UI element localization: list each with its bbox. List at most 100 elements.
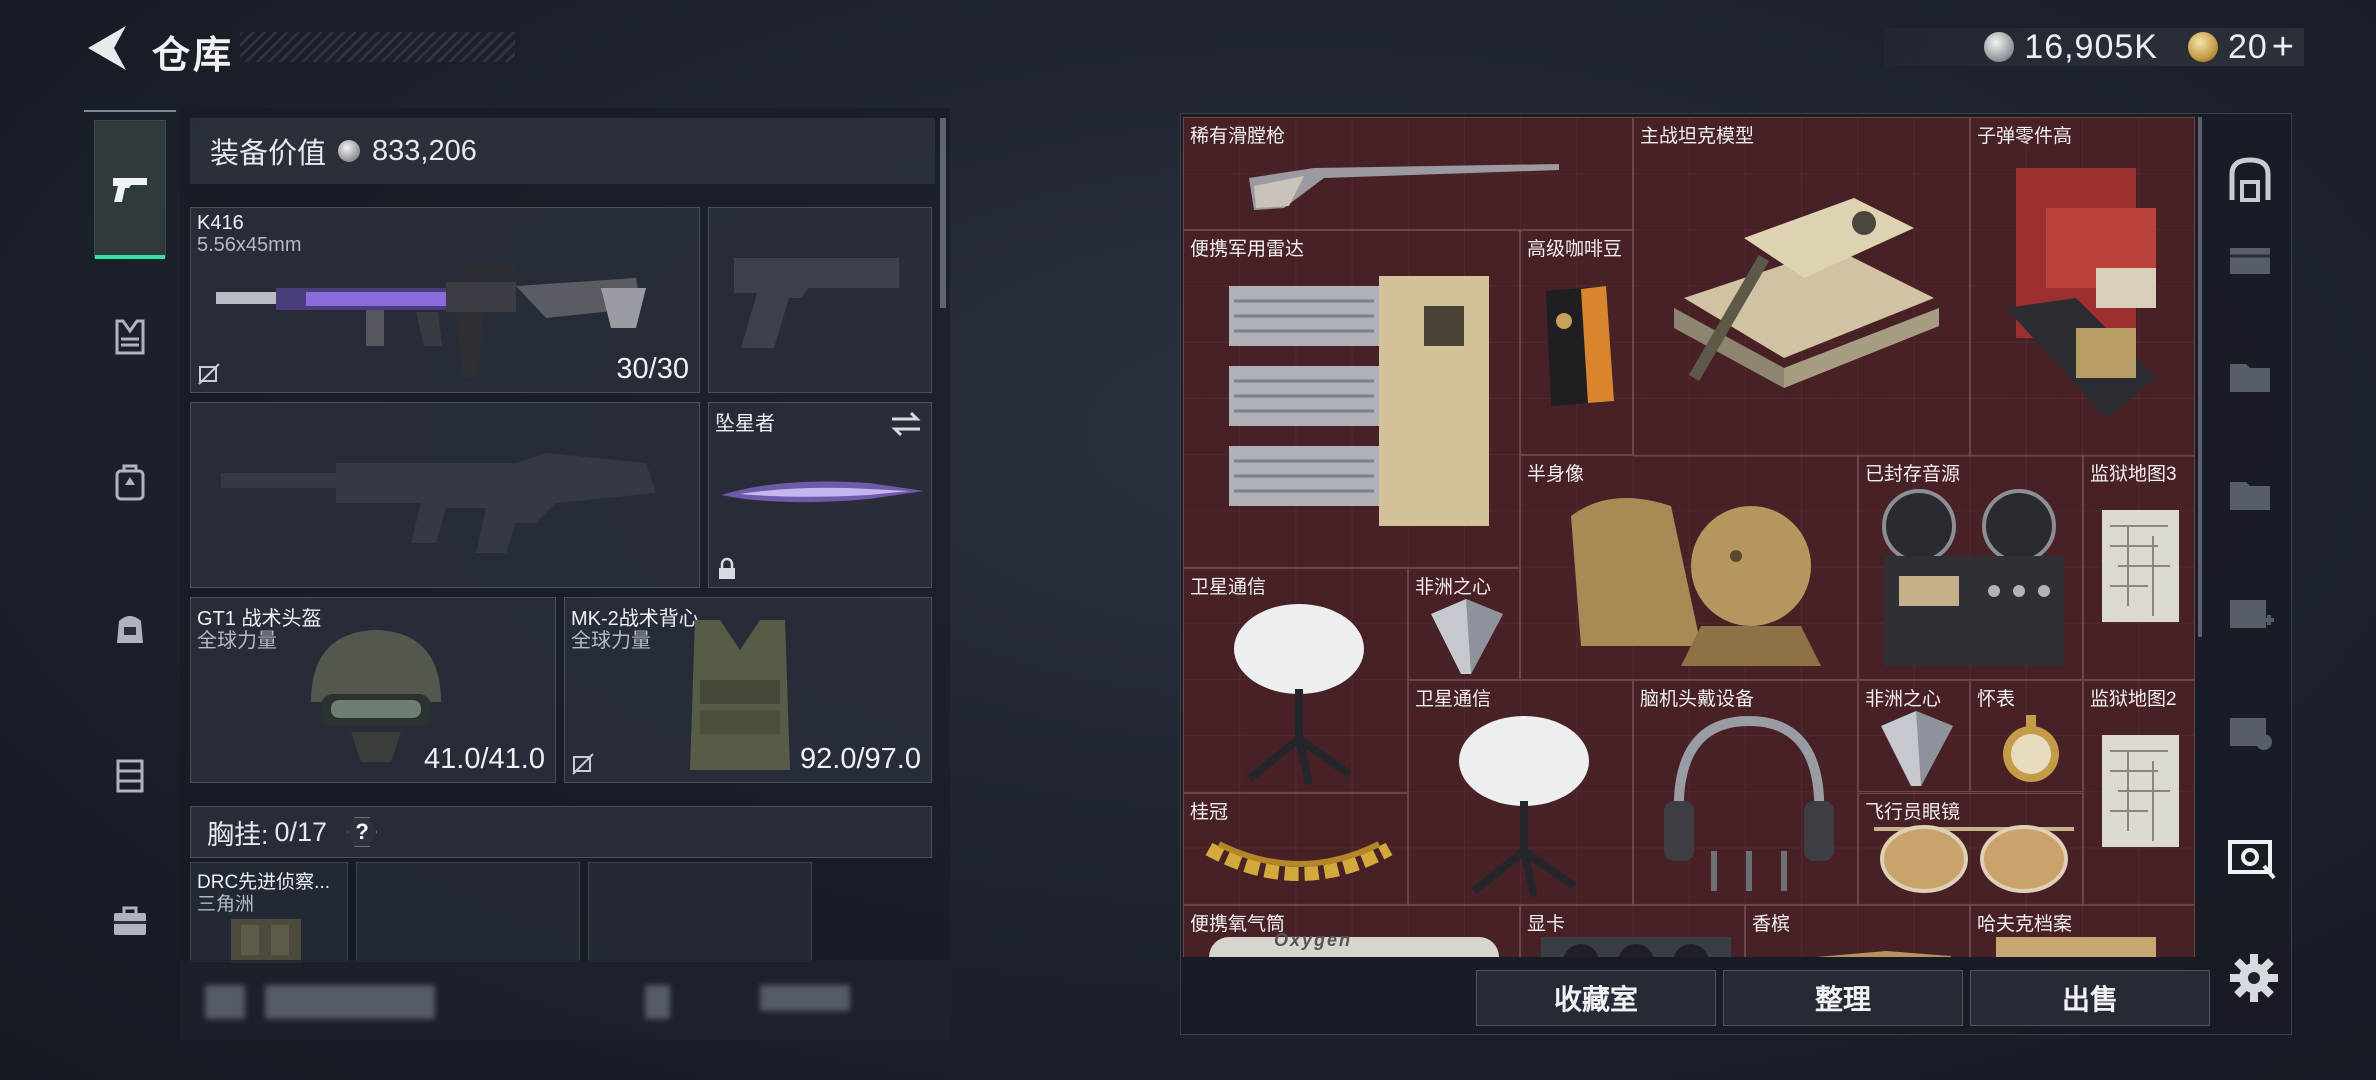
helmet-slot[interactable]: GT1 战术头盔 全球力量 41.0/41.0 <box>190 597 556 783</box>
currency-bar: 16,905K 20 + <box>1884 26 2304 69</box>
item-bust[interactable]: 半身像 <box>1520 455 1858 680</box>
bullet-parts-image <box>2006 168 2156 418</box>
case-icon-2 <box>2230 364 2270 392</box>
obscured-element <box>645 985 670 1019</box>
laurel-image <box>1205 841 1393 881</box>
silver-balance: 16,905K <box>2024 27 2158 66</box>
nav-tab-armor[interactable] <box>94 300 166 372</box>
vest-durability: 92.0/97.0 <box>800 743 921 775</box>
safe-icon <box>2229 157 2271 202</box>
secondary-weapon-slot[interactable] <box>708 207 932 393</box>
page-title: 仓库 <box>152 35 235 77</box>
item-portable-radar[interactable]: 便携军用雷达 <box>1183 230 1520 568</box>
tab-case-4[interactable] <box>2212 574 2288 650</box>
storage-scrollbar[interactable] <box>2198 117 2202 637</box>
item-laurel-crown[interactable]: 桂冠 <box>1183 793 1408 905</box>
bag-icon <box>117 616 143 643</box>
silver-coin-icon <box>1984 32 2015 62</box>
nav-tab-case[interactable] <box>94 884 166 956</box>
item-premium-coffee[interactable]: 高级咖啡豆 <box>1520 230 1633 455</box>
item-havk-file[interactable]: 哈夫克档案 <box>1970 905 2195 957</box>
rig-pocket-slot[interactable] <box>356 862 580 962</box>
tab-case-3[interactable] <box>2212 456 2288 532</box>
unlocked-slot-icon <box>198 363 220 385</box>
item-portable-oxygen[interactable]: 便携氧气筒 Oxygen <box>1183 905 1520 957</box>
item-heart-of-africa-2[interactable]: 非洲之心 <box>1858 680 1970 792</box>
vest-icon <box>115 319 145 355</box>
radar-image <box>1229 276 1489 526</box>
secondary-primary-slot[interactable] <box>190 402 700 588</box>
item-label: 子弹零件高 <box>1977 126 2073 147</box>
equipment-value: 833,206 <box>372 134 477 167</box>
briefcase-icon <box>114 906 146 935</box>
tab-case-5[interactable] <box>2212 692 2288 768</box>
rifle-image <box>216 264 646 378</box>
vest-slot[interactable]: MK-2战术背心 全球力量 92.0/97.0 <box>564 597 932 783</box>
item-rare-musket[interactable]: 稀有滑膛枪 <box>1183 117 1633 230</box>
item-heart-of-africa[interactable]: 非洲之心 <box>1408 568 1520 680</box>
primary-weapon-slot[interactable]: K416 5.56x45mm 30/30 <box>190 207 700 393</box>
weapon-ammo-count: 30/30 <box>616 353 689 385</box>
collection-room-button[interactable]: 收藏室 <box>1476 970 1716 1026</box>
tab-case-1[interactable] <box>2212 220 2288 296</box>
file-folder-image <box>1996 937 2156 957</box>
item-label: 监狱地图2 <box>2090 689 2177 710</box>
sell-button[interactable]: 出售 <box>1970 970 2210 1026</box>
item-satellite-comm[interactable]: 卫星通信 <box>1183 568 1408 793</box>
blade-image <box>721 481 924 503</box>
item-satellite-comm-2[interactable]: 卫星通信 <box>1408 680 1633 905</box>
rig-pocket-slot[interactable] <box>588 862 812 962</box>
help-button[interactable]: ? <box>347 817 378 847</box>
tab-case-2[interactable] <box>2212 338 2288 414</box>
equipment-value-bar: 装备价值 833,206 <box>190 118 935 184</box>
item-sealed-tape[interactable]: 已封存音源 <box>1858 455 2083 680</box>
item-tank-model[interactable]: 主战坦克模型 <box>1633 117 1970 457</box>
champagne-image <box>1817 951 1951 957</box>
pocket-watch-image <box>2003 715 2059 782</box>
item-pocket-watch[interactable]: 怀表 <box>1970 680 2083 792</box>
rig-slot[interactable]: DRC先进侦察... 三角洲 <box>190 862 348 963</box>
item-champagne[interactable]: 香槟 <box>1745 905 1970 957</box>
back-arrow-icon[interactable] <box>82 22 132 74</box>
tab-scan[interactable] <box>2212 818 2288 894</box>
helmet-durability: 41.0/41.0 <box>424 743 545 775</box>
scan-icon <box>2228 840 2276 880</box>
nav-tab-bag[interactable] <box>94 592 166 664</box>
item-bullet-parts[interactable]: 子弹零件高 <box>1970 117 2195 457</box>
obscured-element <box>205 985 245 1019</box>
nav-tab-rig[interactable] <box>94 738 166 810</box>
add-gold-button[interactable]: + <box>2272 26 2294 69</box>
loadout-scrollbar[interactable] <box>940 118 946 308</box>
chest-rig-label: 胸挂: <box>207 819 269 850</box>
chest-rig-bar[interactable]: 胸挂: 0/17 ? <box>190 806 932 858</box>
rifle-silhouette-icon <box>221 453 656 553</box>
helmet-faction: 全球力量 <box>197 630 277 652</box>
melee-slot[interactable]: 坠星者 <box>708 402 932 588</box>
glasses-image <box>1874 825 2074 893</box>
item-prison-map-3[interactable]: 监狱地图3 <box>2083 455 2195 680</box>
map-image <box>2102 735 2179 847</box>
item-aviator-glasses[interactable]: 飞行员眼镜 <box>1858 793 2083 905</box>
diamond-image <box>1431 599 1503 674</box>
nav-tab-weapons[interactable] <box>94 120 166 259</box>
oxygen-tank-image <box>1209 937 1499 957</box>
chest-rig-capacity: 0/17 <box>274 816 328 847</box>
gear-icon[interactable] <box>2226 950 2282 1006</box>
item-neural-headset[interactable]: 脑机头戴设备 <box>1633 680 1858 905</box>
coffee-bag-image <box>1546 286 1614 406</box>
silver-coin-icon <box>338 140 361 162</box>
item-prison-map-2[interactable]: 监狱地图2 <box>2083 680 2195 905</box>
tab-safe[interactable] <box>2212 142 2288 218</box>
map-image <box>2102 510 2179 622</box>
equipment-value-label: 装备价值 <box>210 138 327 170</box>
nav-tab-backpack[interactable] <box>94 446 166 518</box>
item-label: 监狱地图3 <box>2090 464 2177 485</box>
organize-button[interactable]: 整理 <box>1723 970 1963 1026</box>
item-graphics-card[interactable]: 显卡 <box>1520 905 1745 957</box>
melee-name: 坠星者 <box>715 413 775 435</box>
vest-faction: 全球力量 <box>571 630 651 652</box>
swap-icon[interactable] <box>889 411 923 437</box>
vest-image <box>690 620 790 770</box>
case-icon-1 <box>2230 248 2270 274</box>
tape-recorder-image <box>1882 489 2064 666</box>
